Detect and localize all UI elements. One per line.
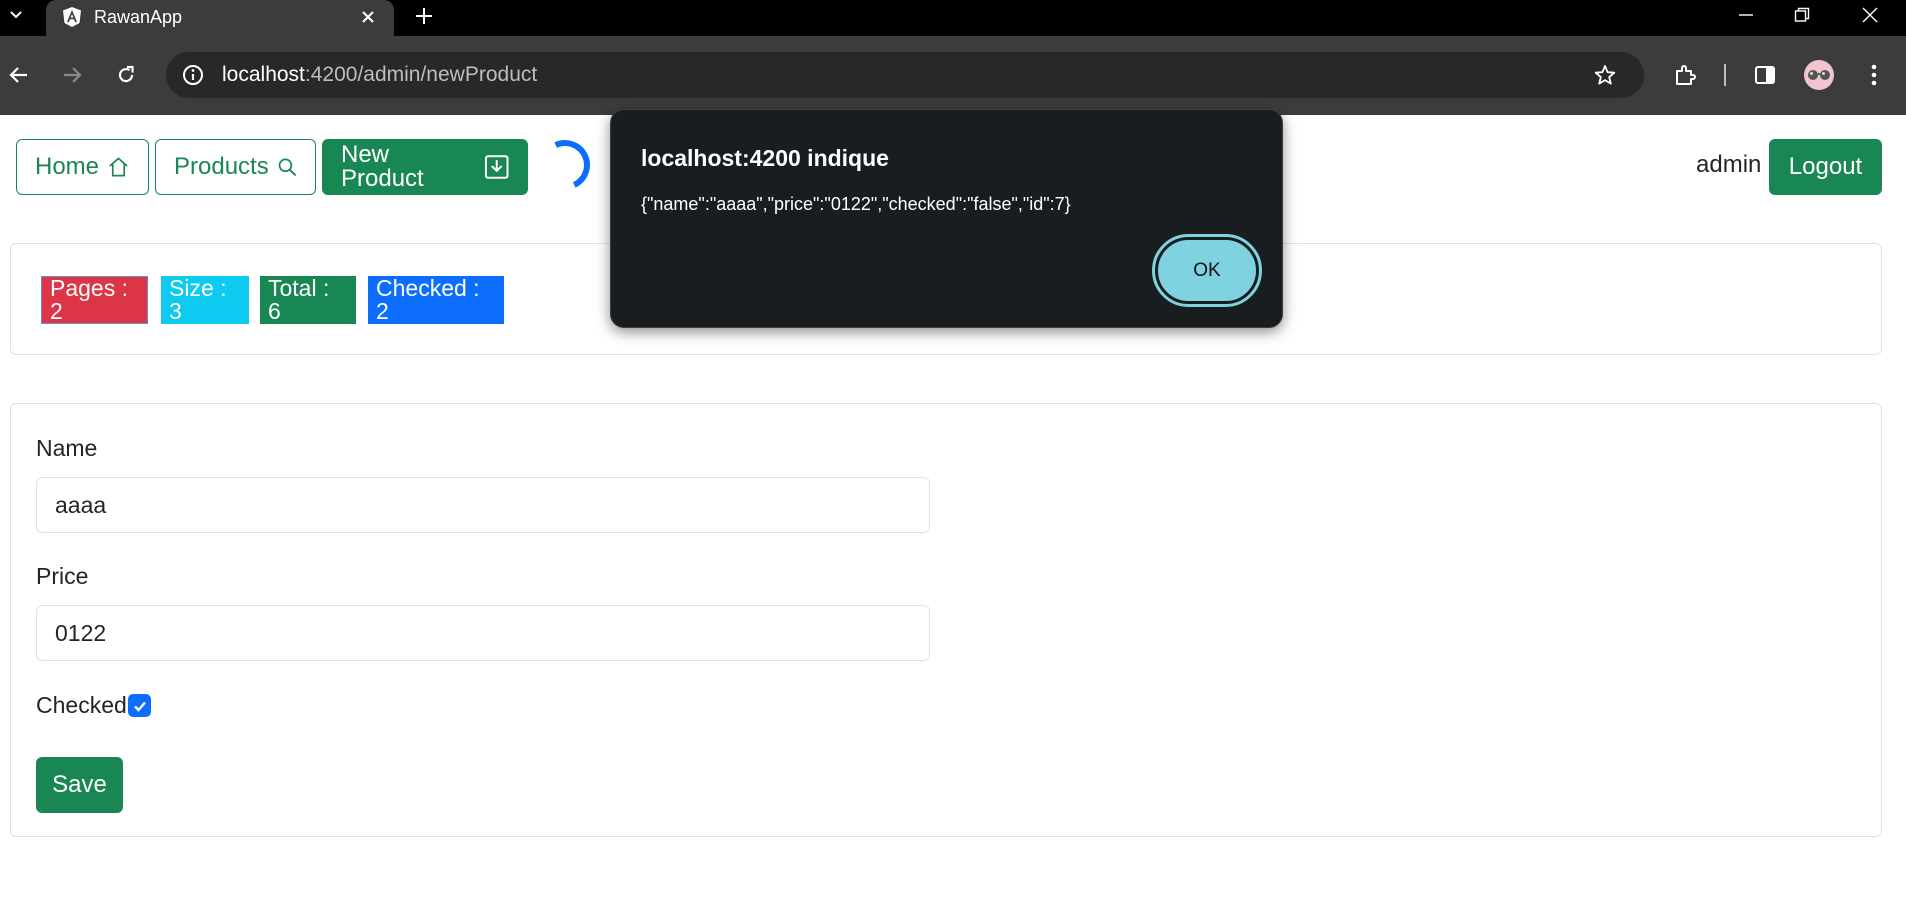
checked-checkbox[interactable] <box>128 694 151 717</box>
close-icon[interactable] <box>356 5 380 29</box>
alert-dialog: localhost:4200 indique {"name":"aaaa","p… <box>610 109 1283 328</box>
name-label: Name <box>36 435 98 461</box>
back-icon[interactable] <box>2 58 36 92</box>
plus-icon[interactable] <box>410 2 438 30</box>
size-badge: Size : 3 <box>161 276 249 324</box>
product-form: Name aaaa Price 0122 Checked Save <box>10 403 1882 837</box>
close-window-icon[interactable] <box>1842 0 1898 30</box>
price-value: 0122 <box>55 619 107 646</box>
house-icon <box>109 157 128 177</box>
address-bar[interactable]: localhost:4200/admin/newProduct <box>166 52 1644 98</box>
forward-icon[interactable] <box>55 58 89 92</box>
new-product-button[interactable]: New Product <box>322 139 528 195</box>
angular-logo-icon <box>61 6 83 28</box>
price-label: Price <box>36 563 89 589</box>
star-icon[interactable] <box>1592 62 1618 88</box>
home-button[interactable]: Home <box>16 139 149 195</box>
loading-spinner <box>532 132 598 198</box>
restore-icon[interactable] <box>1774 0 1830 30</box>
pages-badge: Pages : 2 <box>41 276 148 324</box>
logout-button[interactable]: Logout <box>1769 139 1882 195</box>
url-text: localhost:4200/admin/newProduct <box>222 63 537 87</box>
browser-tab[interactable]: RawanApp <box>46 0 394 36</box>
name-input[interactable]: aaaa <box>36 477 930 533</box>
total-badge: Total : 6 <box>260 276 356 324</box>
price-input[interactable]: 0122 <box>36 605 930 661</box>
more-icon[interactable] <box>1857 58 1891 92</box>
avatar[interactable] <box>1804 60 1834 90</box>
url-host: localhost <box>222 63 305 86</box>
dialog-title: localhost:4200 indique <box>641 145 889 171</box>
download-icon <box>484 155 509 179</box>
chevron-down-icon <box>10 11 22 19</box>
checked-badge: Checked : 2 <box>368 276 504 324</box>
products-label: Products <box>174 153 269 180</box>
minimize-icon[interactable] <box>1718 0 1774 30</box>
new-product-label: New Product <box>341 141 424 192</box>
name-value: aaaa <box>55 491 107 518</box>
save-button[interactable]: Save <box>36 757 123 813</box>
checked-label: Checked <box>36 692 127 718</box>
check-icon <box>133 701 146 712</box>
extensions-icon[interactable] <box>1668 58 1702 92</box>
tab-title: RawanApp <box>94 7 183 27</box>
home-label: Home <box>35 153 100 180</box>
browser-toolbar: localhost:4200/admin/newProduct <box>0 36 1906 115</box>
dialog-message: {"name":"aaaa","price":"0122","checked":… <box>641 194 1071 214</box>
ok-button[interactable]: OK <box>1152 234 1262 307</box>
site-info-icon[interactable] <box>180 62 206 88</box>
url-path: :4200/admin/newProduct <box>304 63 538 86</box>
products-button[interactable]: Products <box>155 139 316 195</box>
reload-icon[interactable] <box>109 58 143 92</box>
tab-search-button[interactable] <box>0 0 32 30</box>
glasses-icon <box>1808 70 1830 80</box>
username: admin <box>1696 151 1762 178</box>
tab-strip: RawanApp <box>0 0 1906 36</box>
side-panel-icon[interactable] <box>1748 58 1782 92</box>
search-icon <box>278 158 296 177</box>
toolbar-divider <box>1724 64 1726 86</box>
